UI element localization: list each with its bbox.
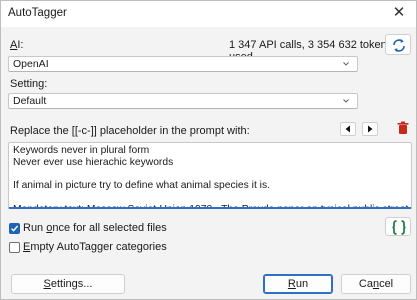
run-button[interactable]: Run xyxy=(263,274,333,294)
ai-label: AI: xyxy=(10,39,24,51)
triangle-right-icon xyxy=(368,125,373,133)
cancel-button[interactable]: Cancel xyxy=(341,274,411,294)
autotagger-dialog: AutoTagger ✕ AI: 1 347 API calls, 3 354 … xyxy=(0,0,417,300)
trash-icon xyxy=(397,121,409,134)
braces-icon xyxy=(392,220,406,235)
setting-select[interactable]: Default xyxy=(8,93,358,109)
setting-label: Setting: xyxy=(10,78,48,90)
insert-placeholder-button[interactable] xyxy=(385,217,411,236)
close-icon[interactable]: ✕ xyxy=(390,4,408,22)
triangle-left-icon xyxy=(345,125,350,133)
previous-button[interactable] xyxy=(340,122,356,136)
chevron-down-icon xyxy=(343,62,349,66)
setting-value: Default xyxy=(13,95,47,107)
ai-provider-select[interactable]: OpenAI xyxy=(8,56,358,72)
refresh-button[interactable] xyxy=(385,34,411,55)
empty-categories-label[interactable]: Empty AutoTagger categories xyxy=(23,241,167,253)
run-once-checkbox[interactable] xyxy=(9,223,20,234)
next-button[interactable] xyxy=(362,122,378,136)
run-once-label[interactable]: Run once for all selected files xyxy=(23,222,167,234)
checkmark-icon xyxy=(11,225,19,232)
placeholder-label: Replace the [[-c-]] placeholder in the p… xyxy=(10,125,250,137)
chevron-down-icon xyxy=(343,99,349,103)
refresh-icon xyxy=(393,39,405,52)
settings-button[interactable]: Settings... xyxy=(11,274,125,294)
prompt-textarea[interactable]: Keywords never in plural form Never ever… xyxy=(8,142,412,209)
empty-categories-checkbox[interactable] xyxy=(9,242,20,253)
window-title: AutoTagger xyxy=(8,7,67,19)
title-bar: AutoTagger ✕ xyxy=(1,1,416,27)
ai-provider-value: OpenAI xyxy=(13,58,49,70)
delete-button[interactable] xyxy=(394,120,412,137)
